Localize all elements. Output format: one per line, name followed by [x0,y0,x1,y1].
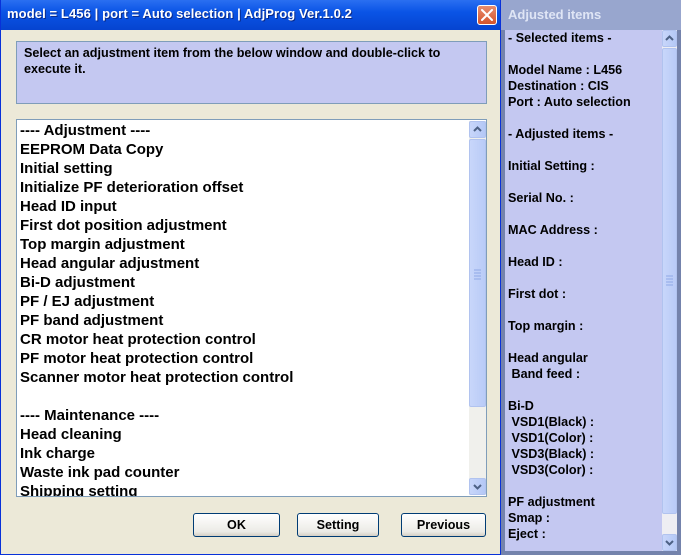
list-item[interactable]: EEPROM Data Copy [20,140,460,159]
info-line [508,110,658,126]
info-line: Bi-D [508,399,534,413]
info-line: Band feed : [508,367,581,381]
list-item[interactable]: ---- Maintenance ---- [20,406,460,425]
list-item[interactable]: Initial setting [20,159,460,178]
adjusted-items-panel: - Selected items - Model Name : L456 Des… [505,30,677,551]
info-line [508,334,658,350]
info-line [508,238,658,254]
list-item[interactable]: Shipping setting [20,482,460,496]
instruction-text: Select an adjustment item from the below… [16,41,487,104]
adjusted-items-window: Adjusted items - Selected items - Model … [501,0,681,555]
info-line: VSD3(Black) : [508,447,595,461]
chevron-up-icon [665,35,674,41]
info-line: MAC Address : [508,223,598,237]
side-scroll-up-button[interactable] [662,30,677,47]
info-line [508,302,658,318]
info-line: - Adjusted items - [508,127,614,141]
setting-button[interactable]: Setting [297,513,379,537]
info-line: VSD3(Color) : [508,463,594,477]
chevron-up-icon [473,126,482,132]
list-item[interactable]: Scanner motor heat protection control [20,368,460,387]
side-title-bar[interactable]: Adjusted items [501,0,681,30]
close-button[interactable] [477,5,497,25]
list-scrollbar[interactable] [469,121,486,495]
info-line [508,46,658,62]
info-line [508,174,658,190]
info-line: Port : Auto selection [508,95,631,109]
list-item[interactable]: Waste ink pad counter [20,463,460,482]
main-window: model = L456 | port = Auto selection | A… [0,0,501,555]
info-line: Destination : CIS [508,79,609,93]
info-line: Eject : [508,527,546,541]
info-line: Top margin : [508,319,584,333]
previous-button[interactable]: Previous [401,513,486,537]
info-line [508,270,658,286]
list-item[interactable]: Initialize PF deterioration offset [20,178,460,197]
list-item[interactable]: First dot position adjustment [20,216,460,235]
info-line: - Selected items - [508,31,612,45]
info-line: VSD1(Black) : [508,415,595,429]
scroll-thumb[interactable] [469,139,486,407]
adjustment-list[interactable]: ---- Adjustment ---- EEPROM Data Copy In… [16,119,487,497]
grip-icon [474,269,481,280]
info-line: Head angular [508,351,588,365]
side-scroll-thumb[interactable] [662,48,677,514]
list-item[interactable]: PF / EJ adjustment [20,292,460,311]
list-item[interactable]: Head angular adjustment [20,254,460,273]
info-line: Serial No. : [508,191,574,205]
title-bar[interactable]: model = L456 | port = Auto selection | A… [1,0,500,30]
list-item[interactable]: PF motor heat protection control [20,349,460,368]
info-line: Head ID : [508,255,563,269]
window-title: model = L456 | port = Auto selection | A… [7,6,352,21]
list-items: ---- Adjustment ---- EEPROM Data Copy In… [20,121,460,496]
list-item[interactable]: Top margin adjustment [20,235,460,254]
list-item[interactable]: ---- Adjustment ---- [20,121,460,140]
info-line: Smap : [508,511,550,525]
info-line: PF adjustment [508,495,595,509]
side-scroll-down-button[interactable] [662,534,677,551]
info-line: Model Name : L456 [508,63,623,77]
info-line [508,142,658,158]
list-item[interactable]: Head ID input [20,197,460,216]
chevron-down-icon [473,484,482,490]
list-item[interactable]: Bi-D adjustment [20,273,460,292]
chevron-down-icon [665,540,674,546]
ok-button[interactable]: OK [193,513,280,537]
side-scrollbar[interactable] [662,30,677,551]
info-line: First dot : [508,287,567,301]
scroll-down-button[interactable] [469,478,486,495]
list-item[interactable]: PF band adjustment [20,311,460,330]
info-line: Initial Setting : [508,159,595,173]
list-item[interactable] [20,387,460,406]
info-line [508,478,658,494]
info-line: VSD1(Color) : [508,431,594,445]
info-line [508,382,658,398]
list-item[interactable]: CR motor heat protection control [20,330,460,349]
list-item[interactable]: Ink charge [20,444,460,463]
list-item[interactable]: Head cleaning [20,425,460,444]
adjusted-items-text: - Selected items - Model Name : L456 Des… [508,30,658,542]
scroll-up-button[interactable] [469,121,486,138]
grip-icon [666,275,673,286]
side-window-title: Adjusted items [508,7,602,22]
close-icon [481,9,493,21]
info-line [508,206,658,222]
